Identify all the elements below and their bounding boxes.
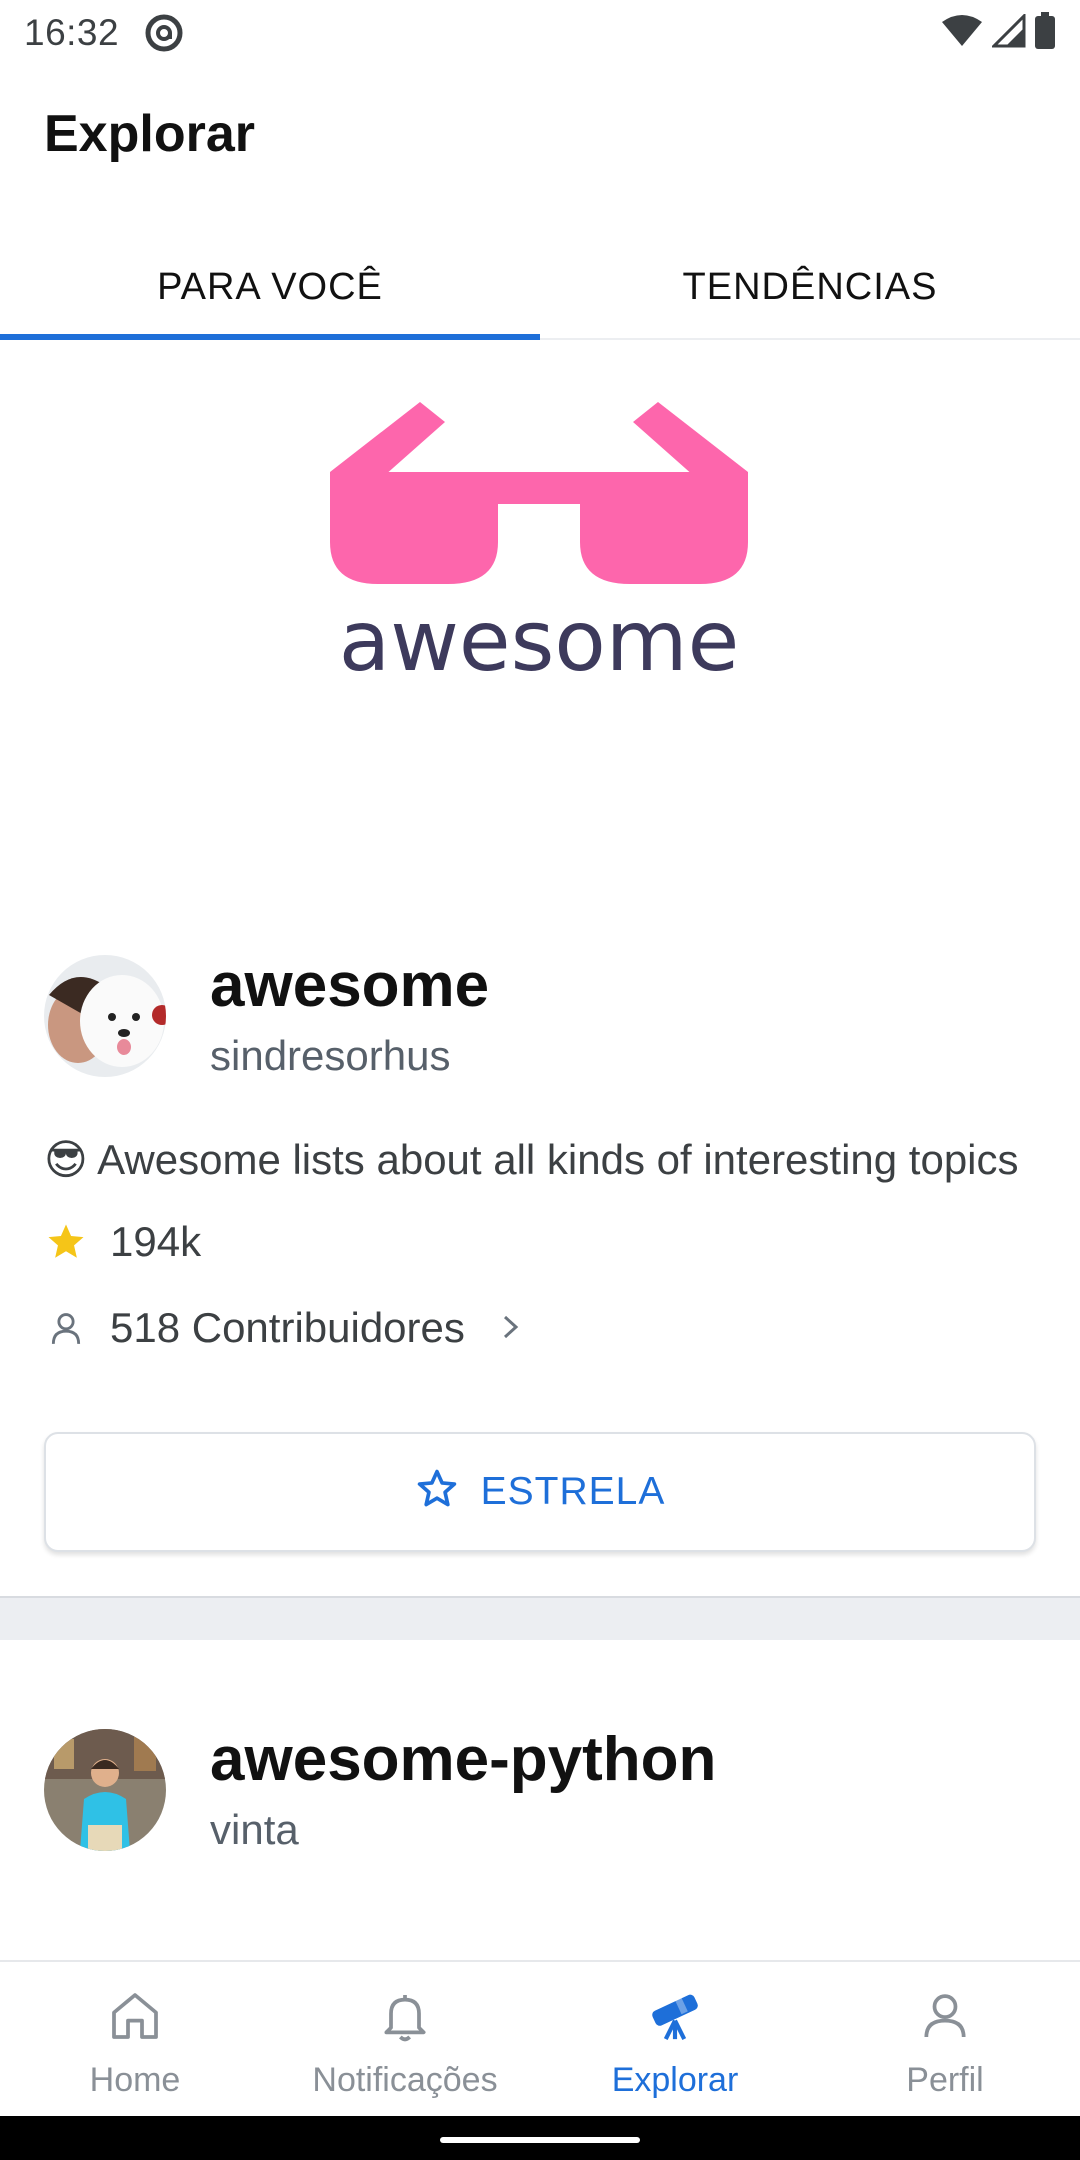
status-bar: 16:32 [0, 0, 1080, 66]
contributors-row[interactable]: 518 Contribuidores [44, 1304, 1036, 1352]
at-sign-icon [143, 12, 185, 54]
person-icon [917, 1988, 973, 2049]
repo-description: 😎 Awesome lists about all kinds of inter… [44, 1130, 1036, 1190]
stars-count: 194k [110, 1217, 202, 1265]
explore-tabs: PARA VOCÊ TENDÊNCIAS [0, 236, 1080, 340]
sunglasses-emoji: 😎 [44, 1136, 88, 1184]
nav-profile-label: Perfil [906, 2061, 984, 2099]
repo-description-text: Awesome lists about all kinds of interes… [97, 1136, 1019, 1184]
nav-home[interactable]: Home [0, 1962, 270, 2116]
home-icon [107, 1988, 163, 2049]
page-title: Explorar [44, 105, 255, 163]
repo-owner[interactable]: sindresorhus [210, 1032, 489, 1080]
bottom-navigation: Home Notificações Explorar Perfil [0, 1960, 1080, 2116]
chevron-right-icon [499, 1304, 523, 1352]
tab-para-voce[interactable]: PARA VOCÊ [0, 236, 540, 340]
repo-card[interactable]: awesome-python vinta [0, 1725, 1080, 1854]
feed[interactable]: awesome awesome sindresorhus 😎 Awesome l… [0, 342, 1080, 1960]
nav-explore-label: Explorar [611, 2061, 739, 2099]
app-header: Explorar [44, 104, 255, 164]
star-outline-icon [415, 1467, 459, 1516]
system-gesture-bar [0, 2116, 1080, 2160]
bell-icon [377, 1988, 433, 2049]
status-icons [940, 11, 1056, 55]
stars-row: 194k [44, 1218, 1036, 1266]
nav-explore[interactable]: Explorar [540, 1962, 810, 2116]
repo-card[interactable]: awesome sindresorhus 😎 Awesome lists abo… [0, 951, 1080, 1552]
repo-owner[interactable]: vinta [210, 1806, 716, 1854]
contributors-count: 518 Contribuidores [110, 1303, 465, 1351]
tab-tendencias[interactable]: TENDÊNCIAS [540, 236, 1080, 338]
owner-avatar[interactable] [44, 955, 166, 1078]
nav-notifications[interactable]: Notificações [270, 1962, 540, 2116]
status-time: 16:32 [24, 12, 120, 53]
wifi-icon [940, 14, 984, 53]
repo-name[interactable]: awesome-python [210, 1725, 716, 1794]
battery-icon [1034, 11, 1056, 55]
nav-home-label: Home [89, 2061, 181, 2099]
card-divider [0, 1595, 1080, 1640]
nav-notifications-label: Notificações [312, 2061, 498, 2099]
logo-text: awesome [339, 592, 740, 690]
telescope-icon [645, 1988, 705, 2049]
owner-avatar[interactable] [44, 1728, 166, 1851]
nav-profile[interactable]: Perfil [810, 1962, 1080, 2116]
repo-hero-image[interactable]: awesome [0, 342, 1080, 862]
star-button[interactable]: ESTRELA [44, 1431, 1036, 1552]
star-button-label: ESTRELA [480, 1469, 666, 1513]
person-outline-icon [44, 1306, 88, 1350]
gesture-handle[interactable] [440, 2137, 640, 2143]
star-filled-icon [44, 1220, 88, 1264]
signal-icon [990, 11, 1026, 53]
awesome-logo: awesome [330, 402, 748, 690]
repo-name[interactable]: awesome [210, 951, 489, 1020]
